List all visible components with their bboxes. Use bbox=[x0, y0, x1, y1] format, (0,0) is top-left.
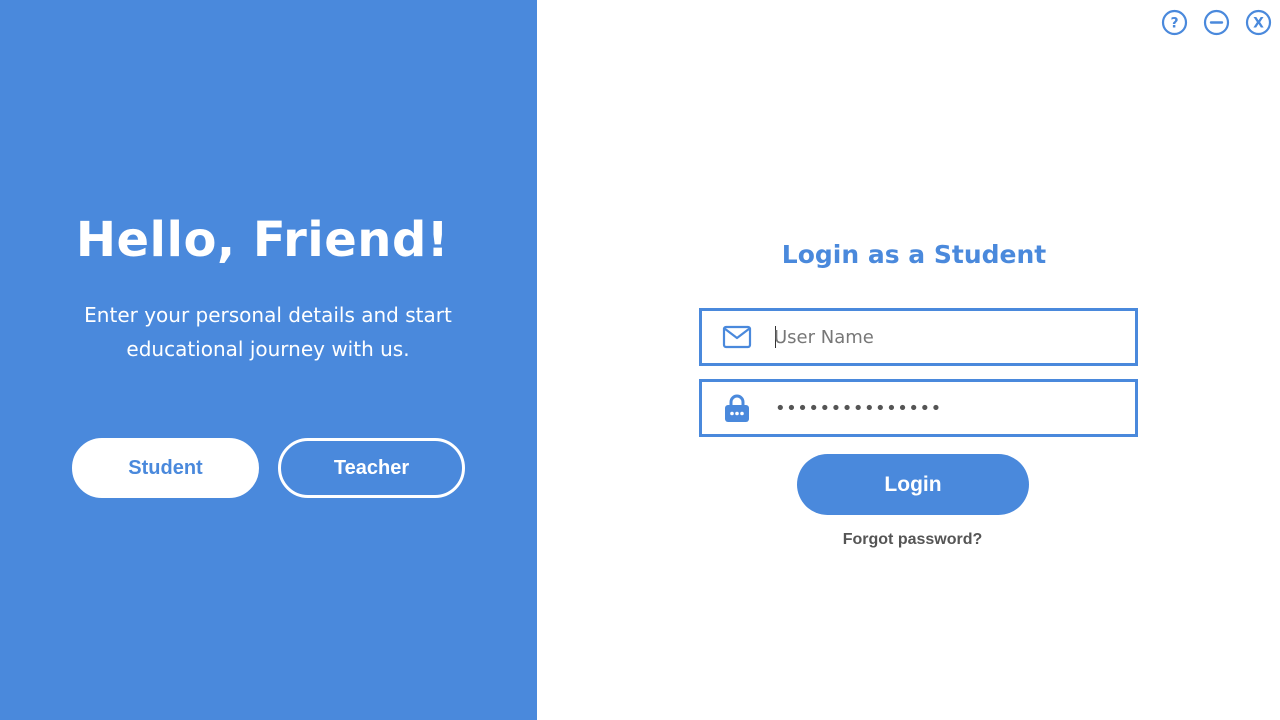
close-circle-icon: X bbox=[1245, 9, 1272, 36]
username-field[interactable] bbox=[699, 308, 1138, 366]
welcome-panel: Hello, Friend! Enter your personal detai… bbox=[0, 0, 537, 720]
login-button-label: Login bbox=[884, 472, 942, 496]
help-glyph: ? bbox=[1170, 16, 1178, 32]
welcome-title: Hello, Friend! bbox=[75, 212, 450, 268]
password-input[interactable]: ••••••••••••••• bbox=[775, 398, 942, 419]
minimize-button[interactable] bbox=[1203, 9, 1230, 36]
help-button[interactable]: ? bbox=[1161, 9, 1188, 36]
help-circle-icon: ? bbox=[1161, 9, 1188, 36]
minimize-circle-icon bbox=[1203, 9, 1230, 36]
student-role-button[interactable]: Student bbox=[72, 438, 259, 498]
forgot-password-link[interactable]: Forgot password? bbox=[760, 531, 1065, 549]
login-button[interactable]: Login bbox=[797, 454, 1029, 515]
envelope-icon bbox=[702, 311, 772, 363]
lock-icon bbox=[702, 382, 772, 434]
username-input[interactable] bbox=[774, 326, 1114, 348]
close-glyph: X bbox=[1253, 16, 1264, 32]
welcome-subtitle: Enter your personal details and start ed… bbox=[84, 303, 452, 361]
teacher-role-button[interactable]: Teacher bbox=[278, 438, 465, 498]
student-role-label: Student bbox=[128, 456, 203, 479]
window-controls: ? X bbox=[1161, 9, 1272, 36]
teacher-role-label: Teacher bbox=[333, 456, 410, 479]
login-window: Hello, Friend! Enter your personal detai… bbox=[0, 0, 1280, 720]
password-field[interactable]: ••••••••••••••• bbox=[699, 379, 1138, 437]
close-button[interactable]: X bbox=[1245, 9, 1272, 36]
login-title: Login as a Student bbox=[781, 240, 1047, 269]
